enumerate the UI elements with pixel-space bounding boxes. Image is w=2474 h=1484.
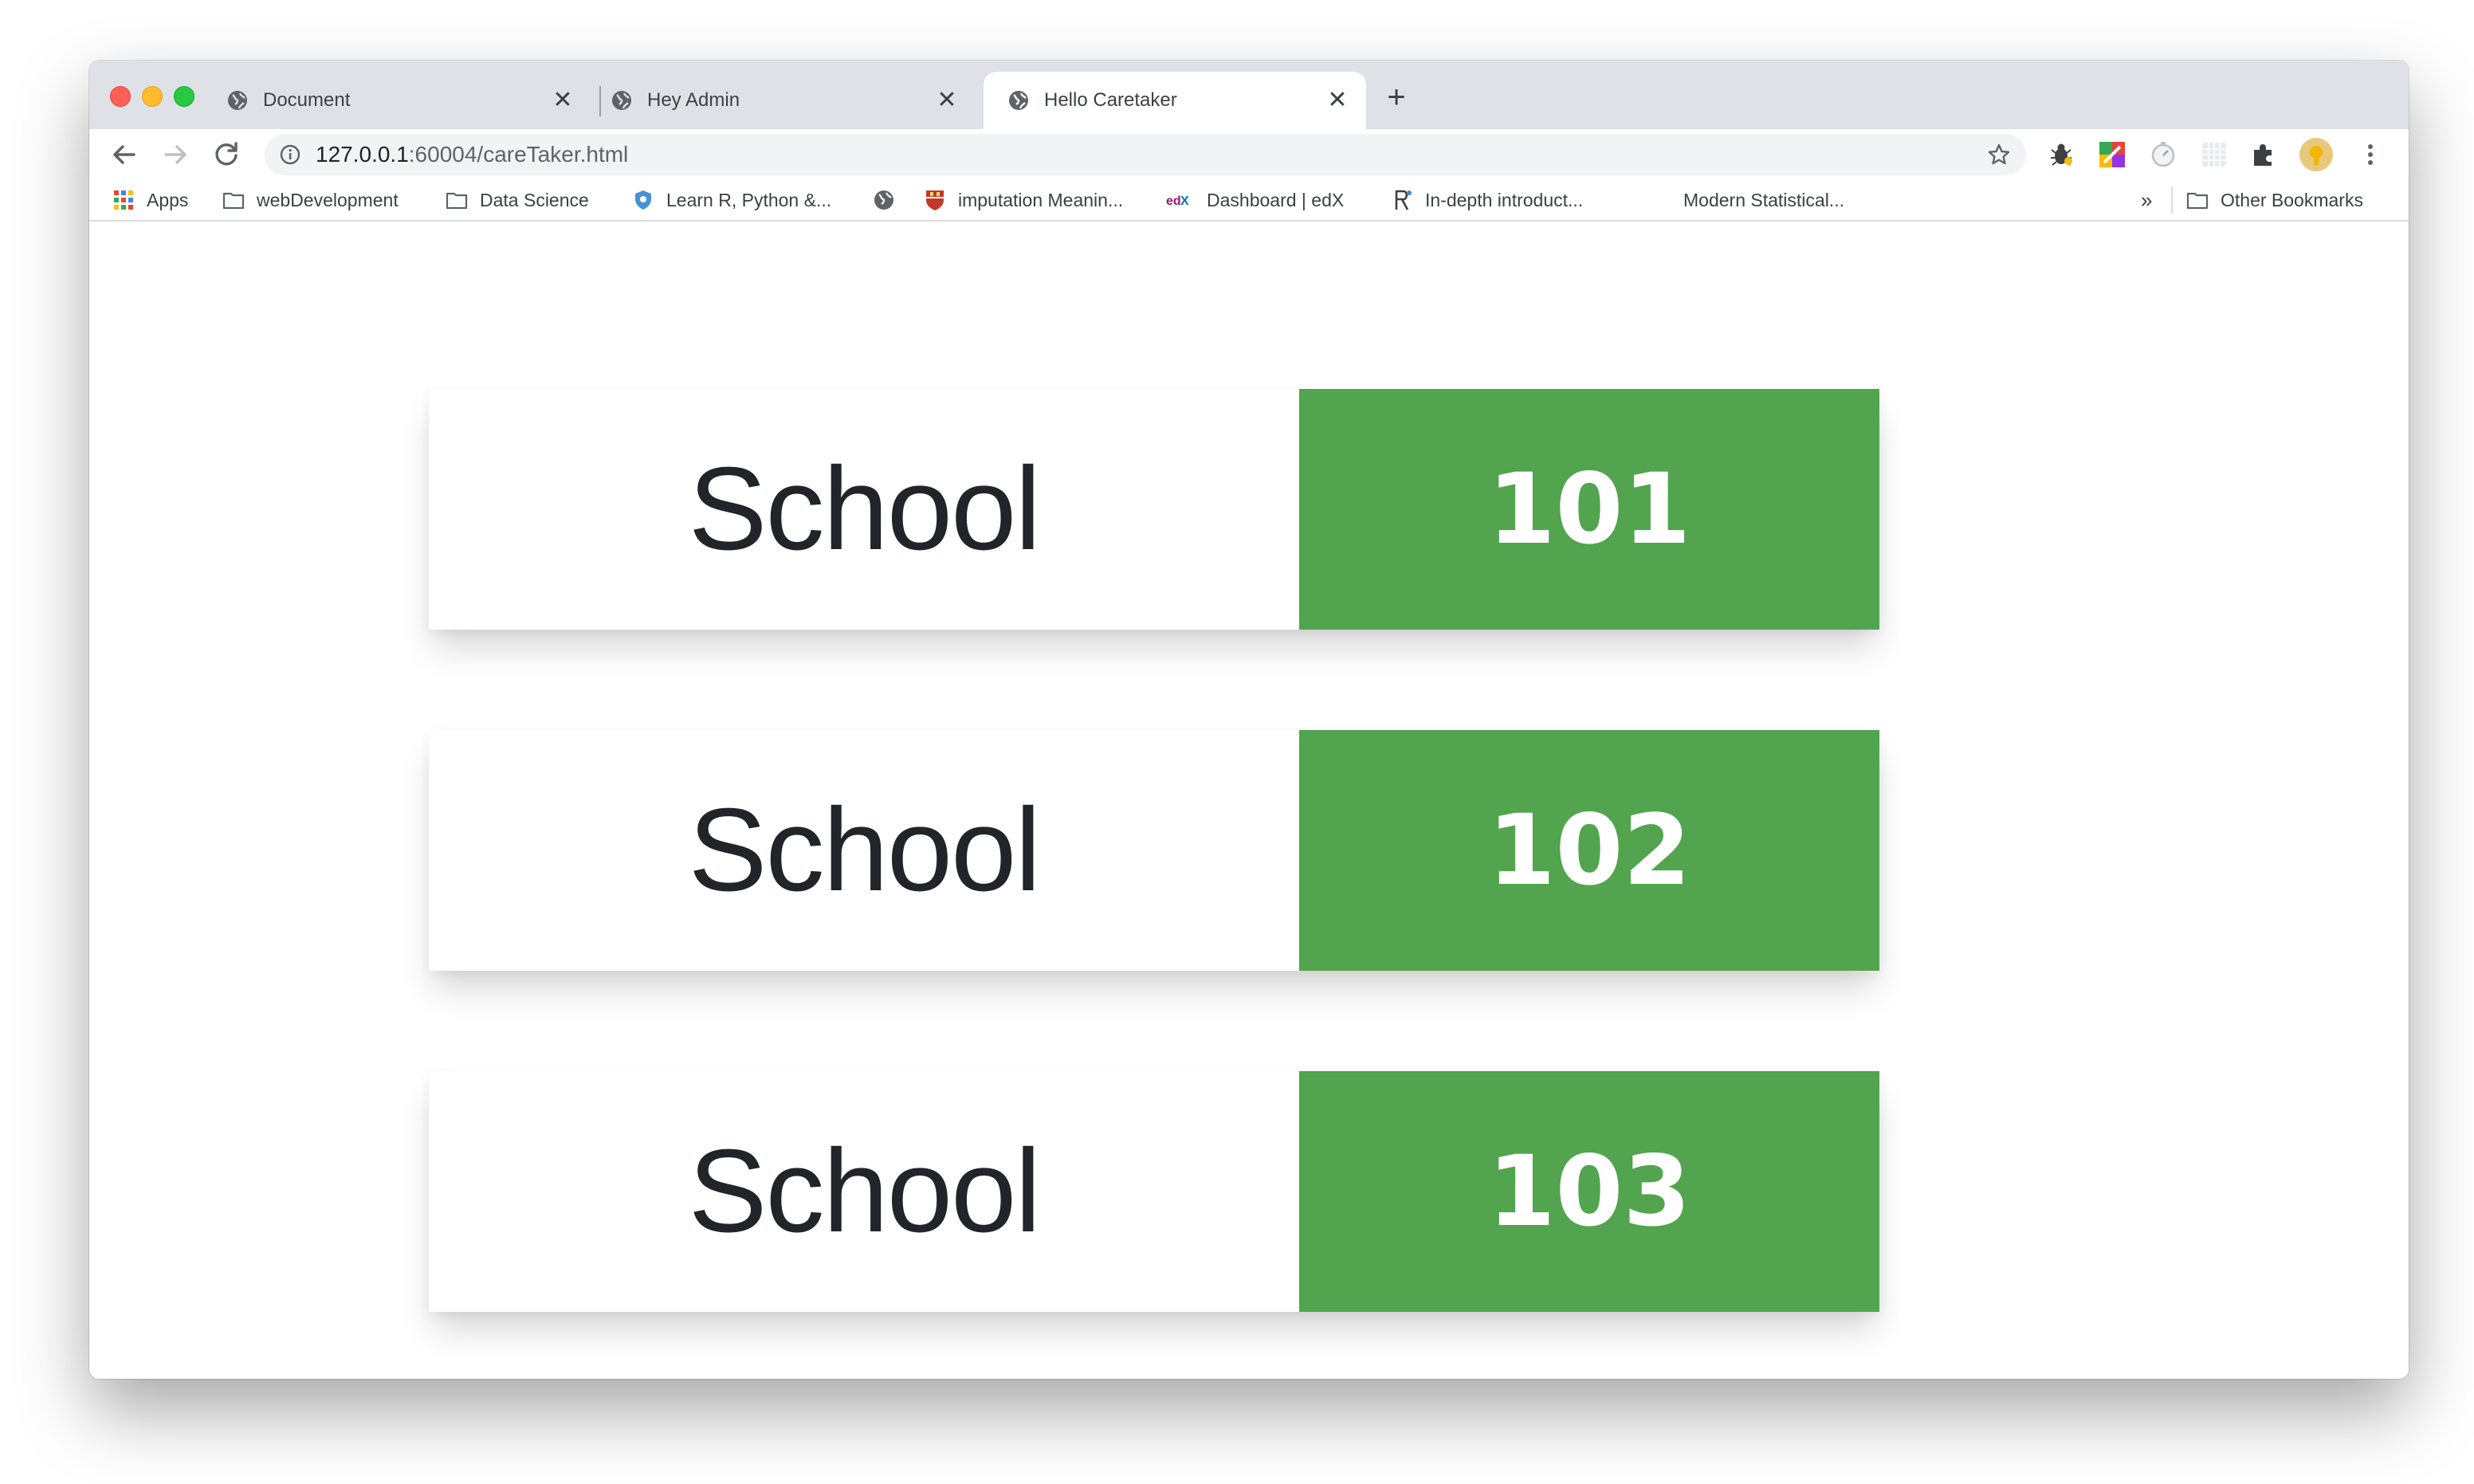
bookmark-in-depth[interactable]: In-depth introduct... xyxy=(1390,188,1583,212)
timer-extension-icon[interactable] xyxy=(2149,140,2178,169)
shield-icon xyxy=(635,190,651,210)
close-tab-icon[interactable]: ✕ xyxy=(550,88,575,113)
tab-title: Hello Caretaker xyxy=(1044,89,1177,111)
tab-hello-caretaker[interactable]: Hello Caretaker ✕ xyxy=(984,72,1366,129)
bookmark-modern-statistical[interactable]: Modern Statistical... xyxy=(1683,188,1844,212)
close-tab-icon[interactable]: ✕ xyxy=(934,88,960,113)
page-content: School 101 School 102 School 103 xyxy=(89,222,2409,1379)
url-host: 127.0.0.1 xyxy=(316,142,409,167)
zoom-window-button[interactable] xyxy=(174,86,194,107)
school-card[interactable]: School 103 xyxy=(429,1071,1879,1312)
bookmarks-bar: Apps webDevelopment Data Science Learn R… xyxy=(89,180,2409,222)
bookmark-webdevelopment[interactable]: webDevelopment xyxy=(222,188,399,212)
reload-icon[interactable] xyxy=(207,135,245,174)
grid-extension-icon[interactable] xyxy=(2200,140,2229,169)
r-logo-icon xyxy=(1395,190,1412,210)
bookmarks-divider xyxy=(2171,186,2173,214)
card-number: 101 xyxy=(1487,453,1691,566)
bookmark-label: Data Science xyxy=(480,189,589,210)
bookmark-apps[interactable]: Apps xyxy=(112,188,188,212)
tab-document[interactable]: Document ✕ xyxy=(202,72,591,129)
card-title: School xyxy=(688,784,1042,916)
card-number-panel: 103 xyxy=(1299,1071,1879,1312)
card-number-panel: 102 xyxy=(1299,730,1879,971)
bookmark-imputation[interactable]: imputation Meanin... xyxy=(923,188,1123,212)
school-card[interactable]: School 102 xyxy=(429,730,1879,971)
avatar[interactable] xyxy=(2299,137,2334,172)
bookmark-label: Other Bookmarks xyxy=(2221,189,2363,210)
browser-window: Document ✕ Hey Admin ✕ Hello Caretaker ✕ xyxy=(89,61,2409,1379)
card-label-panel: School xyxy=(429,1071,1299,1312)
crest-icon xyxy=(926,190,944,210)
apps-grid-icon xyxy=(114,190,133,210)
folder-icon xyxy=(2186,192,2209,210)
colorful-extension-icon[interactable] xyxy=(2098,140,2126,169)
tab-strip: Document ✕ Hey Admin ✕ Hello Caretaker ✕ xyxy=(89,61,2409,129)
card-number: 103 xyxy=(1487,1135,1691,1248)
close-window-button[interactable] xyxy=(110,86,131,107)
globe-icon xyxy=(612,91,631,110)
svg-text:ed: ed xyxy=(1166,194,1181,208)
bookmark-other-bookmarks[interactable]: Other Bookmarks xyxy=(2185,188,2363,212)
close-tab-icon[interactable]: ✕ xyxy=(1325,88,1350,113)
forward-arrow-icon[interactable] xyxy=(156,135,194,174)
screen: Document ✕ Hey Admin ✕ Hello Caretaker ✕ xyxy=(0,0,2474,1484)
bookmark-label: imputation Meanin... xyxy=(958,189,1124,210)
folder-icon xyxy=(446,192,468,210)
bookmark-label: Modern Statistical... xyxy=(1683,189,1844,210)
tab-hey-admin[interactable]: Hey Admin ✕ xyxy=(587,72,976,129)
address-bar[interactable]: 127.0.0.1:60004/careTaker.html xyxy=(265,134,2026,175)
bookmark-learn-r-python[interactable]: Learn R, Python &... xyxy=(631,188,831,212)
edx-icon: ed X xyxy=(1166,194,1189,208)
info-icon[interactable] xyxy=(279,143,301,166)
globe-icon xyxy=(228,91,247,110)
tab-title: Document xyxy=(263,89,351,111)
card-title: School xyxy=(688,1125,1042,1257)
bookmark-label: In-depth introduct... xyxy=(1425,189,1584,210)
bookmark-data-science[interactable]: Data Science xyxy=(445,188,589,212)
globe-icon xyxy=(874,190,893,210)
card-title: School xyxy=(688,443,1042,575)
bookmark-edx-dashboard[interactable]: ed X Dashboard | edX xyxy=(1165,188,1344,212)
bookmark-globe[interactable] xyxy=(872,188,907,212)
puzzle-extensions-icon[interactable] xyxy=(2249,140,2278,169)
back-arrow-icon[interactable] xyxy=(105,135,143,174)
bookmark-label: Learn R, Python &... xyxy=(666,189,832,210)
school-card[interactable]: School 101 xyxy=(429,389,1879,630)
more-menu-icon[interactable] xyxy=(2356,140,2385,169)
svg-text:X: X xyxy=(1180,194,1189,208)
toolbar: 127.0.0.1:60004/careTaker.html xyxy=(89,129,2409,180)
bookmark-label: Apps xyxy=(147,189,189,210)
card-label-panel: School xyxy=(429,730,1299,971)
bookmark-label: Dashboard | edX xyxy=(1207,189,1345,210)
globe-icon xyxy=(1009,91,1028,110)
bookmark-label: webDevelopment xyxy=(257,189,399,210)
card-number-panel: 101 xyxy=(1299,389,1879,630)
url-text: 127.0.0.1:60004/careTaker.html xyxy=(316,143,628,166)
card-number: 102 xyxy=(1487,794,1691,907)
folder-icon xyxy=(222,192,245,210)
new-tab-button[interactable]: + xyxy=(1380,81,1412,113)
card-label-panel: School xyxy=(429,389,1299,630)
bookmarks-overflow-button[interactable]: » xyxy=(2141,188,2152,213)
tab-title: Hey Admin xyxy=(647,89,740,111)
minimize-window-button[interactable] xyxy=(142,86,163,107)
url-path: :60004/careTaker.html xyxy=(408,142,629,167)
bookmark-star-icon[interactable] xyxy=(1986,142,2012,167)
bug-extension-icon[interactable] xyxy=(2047,140,2075,169)
